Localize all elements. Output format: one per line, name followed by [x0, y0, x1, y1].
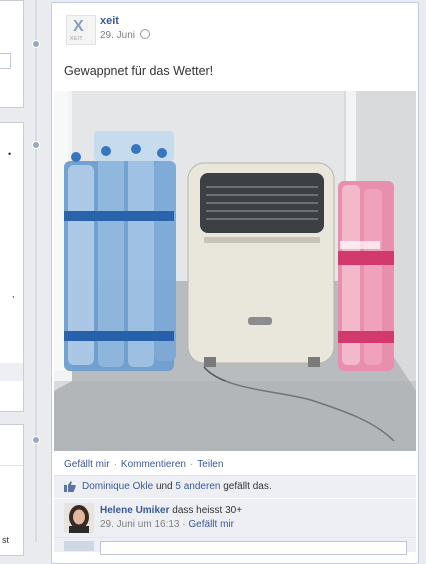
- post-text: Gewappnet für das Wetter!: [64, 64, 214, 78]
- left-snippet-bottom: st: [2, 535, 10, 545]
- post-actions: Gefällt mir · Kommentieren · Teilen: [64, 459, 223, 470]
- comment-date[interactable]: 29. Juni um 16:13: [100, 519, 180, 530]
- left-marker: •: [8, 149, 12, 159]
- share-link[interactable]: Teilen: [197, 459, 223, 470]
- likes-text: Dominique Okle und 5 anderen gefällt das…: [82, 481, 272, 492]
- like-icon: [64, 481, 76, 492]
- timeline-spine: [35, 0, 37, 542]
- comment-avatar[interactable]: [64, 503, 94, 533]
- left-card-top: [0, 0, 24, 108]
- avatar-tag: XEIT: [70, 36, 84, 42]
- action-separator: ·: [113, 459, 117, 470]
- post-date-row: 29. Juni: [100, 29, 151, 41]
- page-avatar[interactable]: X XEIT: [66, 15, 96, 45]
- timeline-post: X XEIT xeit 29. Juni Gewappnet für das W…: [51, 2, 419, 564]
- comment-text: dass heisst 30+: [172, 505, 243, 516]
- likes-summary: Dominique Okle und 5 anderen gefällt das…: [54, 475, 416, 498]
- avatar-portrait: [64, 503, 94, 533]
- comment-like-link[interactable]: Gefällt mir: [188, 519, 234, 530]
- like-link[interactable]: Gefällt mir: [64, 459, 110, 470]
- liker-name[interactable]: Dominique Okle: [82, 481, 153, 492]
- left-card-middle: • ,: [0, 122, 24, 412]
- left-card-bottom: st: [0, 424, 24, 556]
- left-divider: [0, 465, 23, 466]
- compose-avatar: [64, 541, 94, 551]
- comment-compose: [54, 537, 416, 555]
- timeline-dot: [32, 141, 40, 149]
- comment-line: Helene Umiker dass heisst 30+: [100, 505, 242, 516]
- timeline-dot: [32, 40, 40, 48]
- comment-input[interactable]: [100, 541, 407, 555]
- left-input-field[interactable]: [0, 53, 11, 69]
- post-date[interactable]: 29. Juni: [100, 30, 135, 41]
- post-author[interactable]: xeit: [100, 15, 119, 27]
- comment-meta: 29. Juni um 16:13 · Gefällt mir: [100, 519, 234, 530]
- comment-link[interactable]: Kommentieren: [121, 459, 186, 470]
- timeline-dot: [32, 436, 40, 444]
- left-snippet: ,: [12, 289, 15, 299]
- likes-connector: und: [155, 481, 173, 492]
- avatar-logo: X: [73, 18, 84, 35]
- globe-icon: [140, 29, 151, 39]
- left-column: • , st: [0, 0, 24, 556]
- post-photo[interactable]: [54, 91, 416, 451]
- comment-item: Helene Umiker dass heisst 30+ 29. Juni u…: [54, 498, 416, 537]
- photo-illustration: [54, 91, 416, 451]
- comment-author[interactable]: Helene Umiker: [100, 505, 169, 516]
- likes-others-link[interactable]: 5 anderen: [175, 481, 220, 492]
- left-strip: [0, 363, 23, 381]
- action-separator: ·: [189, 459, 194, 470]
- likes-suffix: gefällt das.: [223, 481, 272, 492]
